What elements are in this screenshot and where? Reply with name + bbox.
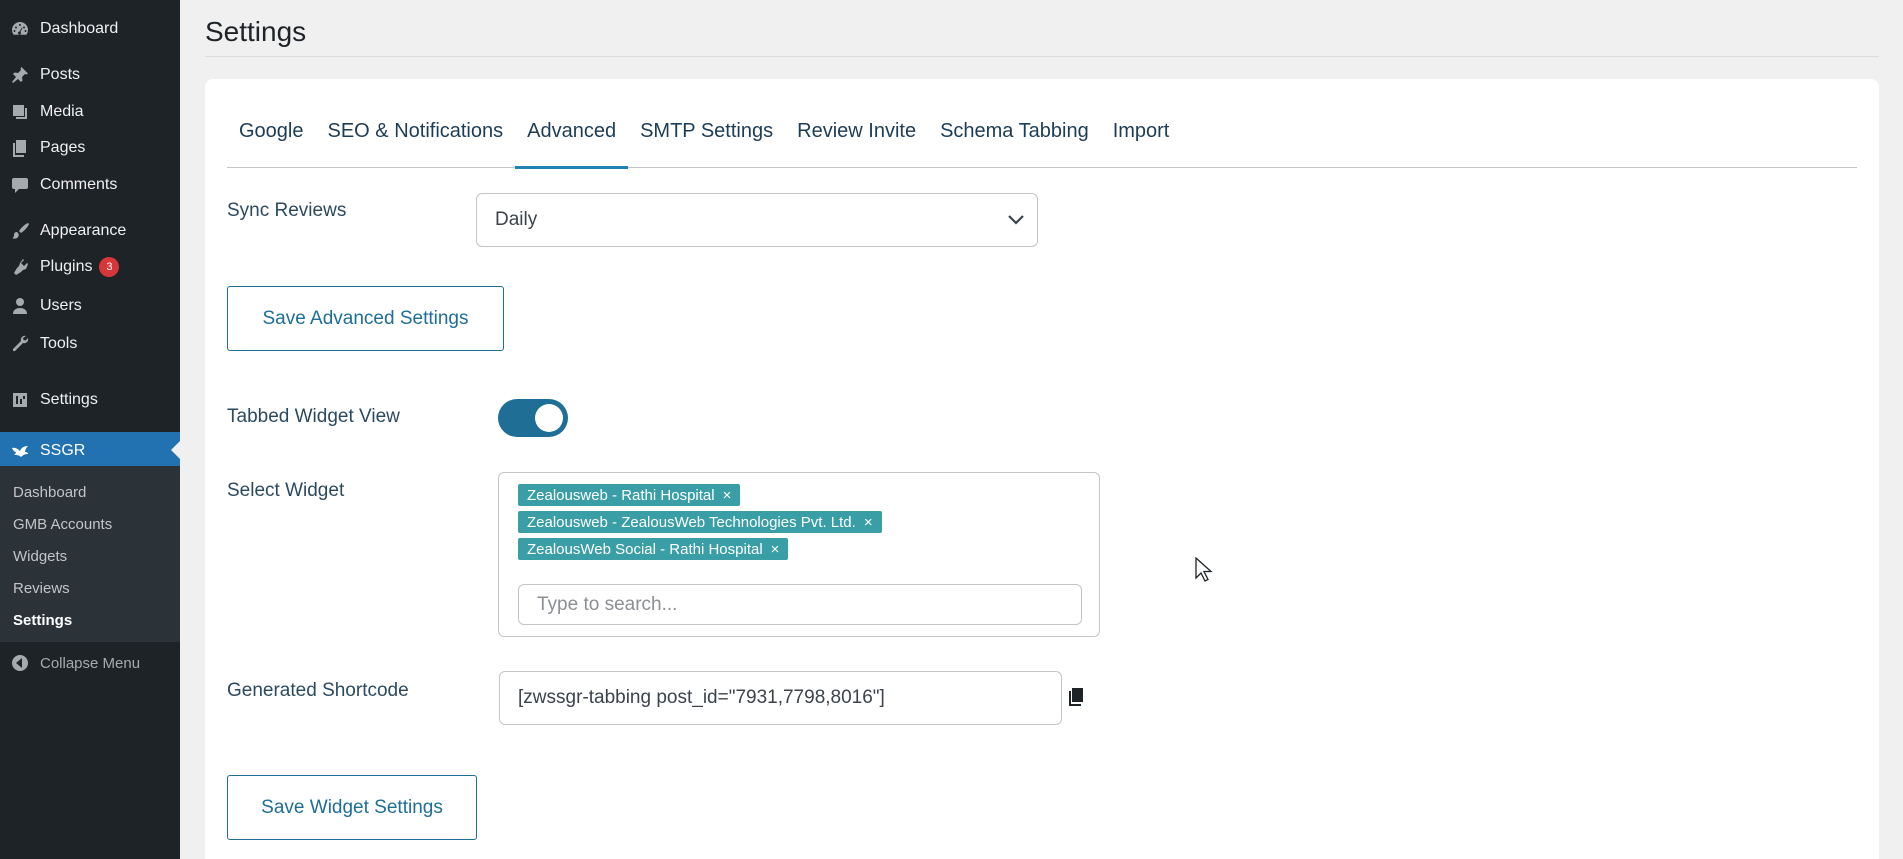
user-icon	[0, 296, 40, 316]
sidebar-item-label: Posts	[40, 66, 81, 83]
remove-chip-icon[interactable]: ×	[771, 541, 780, 558]
admin-sidebar: Dashboard Posts Media Pages Comments App…	[0, 0, 180, 859]
submenu-item-dashboard[interactable]: Dashboard	[13, 484, 86, 501]
sidebar-item-label: Comments	[40, 176, 118, 193]
settings-tabs: Google SEO & Notifications Advanced SMTP…	[227, 112, 1857, 169]
sidebar-item-plugins[interactable]: Plugins 3	[0, 250, 180, 284]
sidebar-item-label: Tools	[40, 335, 78, 352]
submenu-item-reviews[interactable]: Reviews	[13, 580, 70, 597]
sidebar-item-posts[interactable]: Posts	[0, 58, 180, 92]
sidebar-item-settings[interactable]: Settings	[0, 383, 180, 417]
settings-card	[205, 79, 1879, 859]
tabbed-widget-view-toggle[interactable]	[498, 399, 568, 437]
sidebar-item-appearance[interactable]: Appearance	[0, 214, 180, 248]
submenu-item-settings[interactable]: Settings	[13, 612, 72, 629]
media-icon	[0, 102, 40, 122]
collapse-icon	[0, 653, 40, 673]
sidebar-item-pages[interactable]: Pages	[0, 131, 180, 165]
copy-icon[interactable]	[1066, 686, 1086, 708]
tab-review-invite[interactable]: Review Invite	[785, 112, 928, 168]
sidebar-item-dashboard[interactable]: Dashboard	[0, 12, 180, 46]
widget-chip: ZealousWeb Social - Rathi Hospital ×	[518, 538, 789, 560]
tab-advanced[interactable]: Advanced	[515, 112, 629, 169]
submenu-item-widgets[interactable]: Widgets	[13, 548, 67, 565]
sidebar-item-label: Pages	[40, 139, 86, 156]
dashboard-icon	[0, 19, 40, 39]
pushpin-icon	[0, 65, 40, 85]
widget-chip: Zealousweb - Rathi Hospital ×	[518, 484, 741, 506]
tabbed-widget-view-label: Tabbed Widget View	[227, 406, 400, 427]
toggle-knob	[535, 404, 563, 432]
chevron-down-icon	[1008, 215, 1024, 225]
sidebar-item-label: Plugins	[40, 258, 93, 275]
pages-icon	[0, 138, 40, 158]
collapse-menu-button[interactable]: Collapse Menu	[0, 648, 180, 678]
tab-smtp-settings[interactable]: SMTP Settings	[628, 112, 785, 168]
update-count-badge: 3	[99, 257, 120, 277]
ssgr-icon	[0, 441, 40, 461]
sidebar-item-label: Media	[40, 103, 84, 120]
save-advanced-settings-button[interactable]: Save Advanced Settings	[227, 286, 504, 351]
sidebar-item-label: Users	[40, 297, 82, 314]
remove-chip-icon[interactable]: ×	[723, 487, 732, 504]
ssgr-submenu: Dashboard GMB Accounts Widgets Reviews S…	[0, 466, 180, 642]
sidebar-item-media[interactable]: Media	[0, 95, 180, 129]
sidebar-item-comments[interactable]: Comments	[0, 168, 180, 202]
active-indicator-arrow	[171, 441, 180, 459]
settings-icon	[0, 390, 40, 410]
remove-chip-icon[interactable]: ×	[864, 514, 873, 531]
sidebar-item-label: Appearance	[40, 222, 127, 239]
widget-search-input[interactable]	[518, 584, 1082, 625]
sidebar-item-users[interactable]: Users	[0, 289, 180, 323]
tab-import[interactable]: Import	[1101, 112, 1182, 168]
paintbrush-icon	[0, 221, 40, 241]
plugin-icon	[0, 257, 40, 277]
generated-shortcode-label: Generated Shortcode	[227, 680, 409, 701]
widget-chip: Zealousweb - ZealousWeb Technologies Pvt…	[518, 511, 882, 533]
widget-chip-label: ZealousWeb Social - Rathi Hospital	[527, 540, 763, 558]
tab-seo-notifications[interactable]: SEO & Notifications	[316, 112, 516, 168]
title-divider	[205, 56, 1879, 57]
sync-reviews-label: Sync Reviews	[227, 200, 347, 221]
widget-chip-label: Zealousweb - ZealousWeb Technologies Pvt…	[527, 513, 856, 531]
mouse-cursor-icon	[1195, 557, 1213, 582]
sidebar-item-label: SSGR	[40, 442, 86, 459]
sidebar-item-ssgr[interactable]: SSGR	[0, 432, 180, 470]
shortcode-field[interactable]: [zwssgr-tabbing post_id="7931,7798,8016"…	[499, 671, 1062, 725]
wrench-icon	[0, 334, 40, 354]
sync-reviews-select[interactable]: Daily	[476, 193, 1038, 247]
submenu-item-gmb-accounts[interactable]: GMB Accounts	[13, 516, 112, 533]
select-widget-label: Select Widget	[227, 480, 345, 501]
collapse-menu-label: Collapse Menu	[40, 654, 141, 672]
sync-reviews-value: Daily	[495, 209, 538, 230]
sidebar-item-label: Dashboard	[40, 20, 119, 37]
comment-icon	[0, 175, 40, 195]
sidebar-item-tools[interactable]: Tools	[0, 327, 180, 361]
widget-chip-label: Zealousweb - Rathi Hospital	[527, 486, 715, 504]
save-widget-settings-button[interactable]: Save Widget Settings	[227, 775, 477, 840]
sidebar-item-label: Settings	[40, 391, 98, 408]
page-title: Settings	[205, 16, 307, 47]
tab-google[interactable]: Google	[227, 112, 316, 168]
select-widget-multiselect[interactable]: Zealousweb - Rathi Hospital × Zealousweb…	[498, 472, 1100, 637]
tab-schema-tabbing[interactable]: Schema Tabbing	[928, 112, 1101, 168]
shortcode-value: [zwssgr-tabbing post_id="7931,7798,8016"…	[518, 687, 885, 708]
